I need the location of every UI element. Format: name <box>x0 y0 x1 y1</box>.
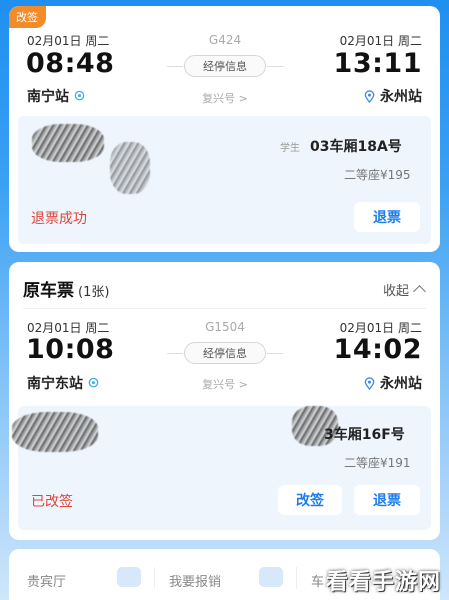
vip-lounge-item[interactable]: 贵宾厅 <box>27 571 66 590</box>
collapse-toggle[interactable]: 收起 <box>382 280 426 299</box>
train-number: G424 <box>208 33 242 47</box>
departure-station[interactable]: 南宁站 <box>27 86 86 106</box>
redacted-id <box>110 142 150 194</box>
location-pin-icon <box>88 377 99 387</box>
location-pin-icon <box>364 376 375 390</box>
seat-info-panel: 学生 03车厢18A号 二等座¥195 退票成功 退票 <box>18 116 431 244</box>
arrival-station-name: 永州站 <box>380 376 422 392</box>
ticket-count: (1张) <box>78 285 110 300</box>
train-number: G1504 <box>205 320 245 334</box>
seat-number: 3车厢16F号 <box>324 427 405 443</box>
seat-number: 03车厢18A号 <box>310 139 402 155</box>
departure-time: 08:48 <box>26 48 115 79</box>
item-divider <box>296 567 297 589</box>
redacted-name <box>12 412 98 452</box>
lounge-icon <box>117 567 141 587</box>
departure-date: 02月01日 周二 <box>27 34 110 48</box>
chevron-up-icon <box>413 285 426 298</box>
arrival-date: 02月01日 周二 <box>339 34 422 48</box>
location-pin-icon <box>74 90 85 100</box>
changed-ticket-card[interactable]: 改签 02月01日 周二 02月01日 周二 08:48 13:11 G424 … <box>9 6 440 252</box>
stops-info-button[interactable]: 经停信息 <box>167 342 283 364</box>
location-pin-icon <box>364 89 375 103</box>
arrival-time: 13:11 <box>333 48 422 79</box>
seat-info-panel: 3车厢16F号 二等座¥191 已改签 改签 退票 <box>12 406 431 530</box>
change-ticket-button[interactable]: 改签 <box>278 485 342 515</box>
original-ticket-card: 原车票 (1张) 收起 02月01日 周二 02月01日 周二 10:08 14:… <box>9 262 440 540</box>
stops-info-button[interactable]: 经停信息 <box>167 55 283 77</box>
departure-station-name: 南宁站 <box>27 89 69 105</box>
section-title-text: 原车票 <box>23 281 74 301</box>
refund-button[interactable]: 退票 <box>354 202 420 232</box>
refund-status: 退票成功 <box>31 211 87 227</box>
changed-badge: 改签 <box>9 6 46 28</box>
reimbursement-item[interactable]: 我要报销 <box>169 571 221 590</box>
redacted-name <box>32 124 104 162</box>
arrival-station-name: 永州站 <box>380 89 422 105</box>
arrival-station[interactable]: 永州站 <box>363 86 422 106</box>
seat-class-price: 二等座¥191 <box>344 456 411 470</box>
watermark-logo: 看看手游网 <box>325 570 441 595</box>
collapse-label: 收起 <box>382 284 409 299</box>
train-type-link[interactable]: 复兴号 > <box>175 90 275 106</box>
section-title: 原车票 (1张) <box>23 276 109 301</box>
arrival-time: 14:02 <box>333 334 422 365</box>
receipt-icon <box>259 567 283 587</box>
departure-time: 10:08 <box>26 334 115 365</box>
train-type-link[interactable]: 复兴号 > <box>175 376 275 392</box>
item-divider <box>154 567 155 589</box>
departure-station-name: 南宁东站 <box>27 376 83 392</box>
third-service-item[interactable]: 车 <box>311 571 324 590</box>
seat-class-price: 二等座¥195 <box>344 168 411 182</box>
section-divider <box>23 308 426 309</box>
passenger-type-tag: 学生 <box>280 143 300 154</box>
change-status: 已改签 <box>31 494 73 510</box>
refund-button[interactable]: 退票 <box>354 485 420 515</box>
arrival-station[interactable]: 永州站 <box>363 373 422 393</box>
departure-station[interactable]: 南宁东站 <box>27 373 100 393</box>
